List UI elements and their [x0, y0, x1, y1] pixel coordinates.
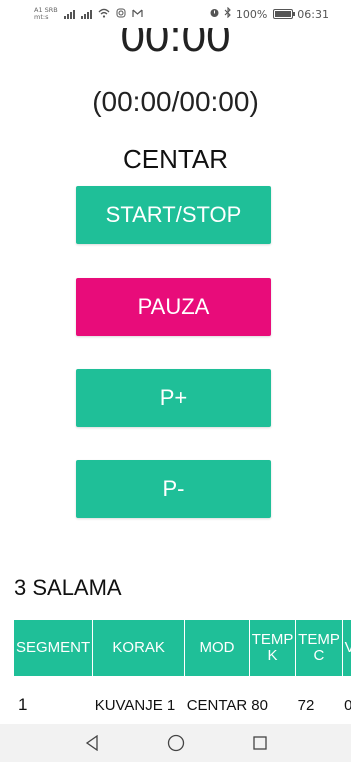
column-header-temp-k: TEMP K	[249, 620, 297, 676]
column-header-korak: KORAK	[92, 620, 186, 676]
status-right: 100% 06:31	[209, 6, 351, 21]
p-minus-button[interactable]: P-	[76, 460, 271, 518]
navigation-bar	[0, 724, 351, 762]
bluetooth-icon	[224, 6, 232, 21]
recipe-title: 3 SALAMA	[14, 575, 122, 600]
column-header-segment: SEGMENT	[14, 620, 94, 676]
table-header-row: SEGMENT KORAK MOD TEMP K TEMP C V	[14, 620, 351, 676]
clock: 06:31	[297, 7, 329, 21]
status-left: A1 SRB mt:s	[0, 7, 143, 21]
timer-sub: (00:00/00:00)	[92, 86, 259, 117]
gmail-icon	[132, 8, 143, 21]
recents-icon[interactable]	[249, 732, 271, 754]
battery-percent: 100%	[235, 7, 268, 21]
start-stop-button[interactable]: START/STOP	[76, 186, 271, 244]
recipe-table-container[interactable]: SEGMENT KORAK MOD TEMP K TEMP C V 1 KUVA…	[14, 620, 351, 734]
column-header-temp-c: TEMP C	[295, 620, 343, 676]
column-header-v: V	[342, 620, 351, 676]
mode-label: CENTAR	[123, 144, 228, 174]
battery-icon	[273, 9, 296, 19]
status-bar: A1 SRB mt:s 100% 06:31	[0, 0, 351, 28]
carrier-label: A1 SRB mt:s	[34, 6, 58, 21]
back-icon[interactable]	[81, 732, 103, 754]
signal-2-icon	[80, 9, 92, 19]
alarm-icon	[209, 7, 220, 21]
column-header-mod: MOD	[184, 620, 250, 676]
pause-button[interactable]: PAUZA	[76, 278, 271, 336]
recipe-table: SEGMENT KORAK MOD TEMP K TEMP C V 1 KUVA…	[14, 620, 351, 734]
p-plus-button[interactable]: P+	[76, 369, 271, 427]
instagram-icon	[116, 8, 126, 21]
home-icon[interactable]	[165, 732, 187, 754]
wifi-icon	[98, 8, 110, 21]
signal-icon	[63, 9, 75, 19]
